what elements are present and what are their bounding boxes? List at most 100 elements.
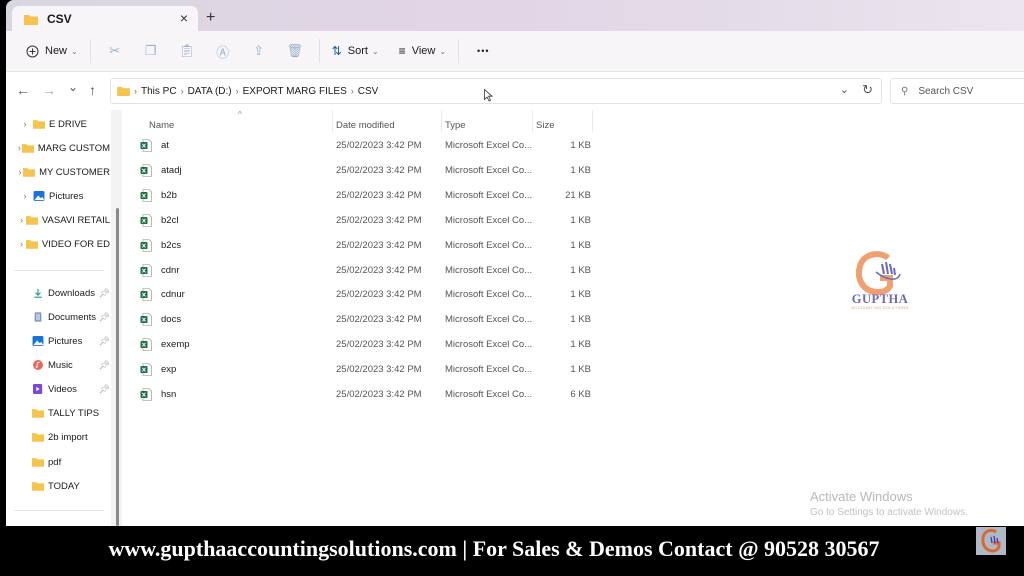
expand-chevron-icon[interactable]: › xyxy=(17,191,33,201)
sidebar-item-label: pdf xyxy=(48,456,62,468)
file-size: 6 KB xyxy=(570,389,591,400)
title-bar: CSV × + xyxy=(6,0,1024,32)
pin-icon[interactable]: 📌︎ xyxy=(99,360,110,371)
column-header-date[interactable]: Date modified xyxy=(336,115,395,135)
sidebar-item-e-drive[interactable]: › E DRIVE xyxy=(6,114,110,134)
file-row[interactable]: cdnur 25/02/2023 3:42 PM Microsoft Excel C… xyxy=(122,283,597,307)
refresh-icon[interactable]: ↻ xyxy=(862,82,873,98)
breadcrumb-data-drive[interactable]: DATA (D:) xyxy=(188,86,232,97)
sidebar-item-pictures-tree[interactable]: › Pictures xyxy=(6,186,110,206)
copy-icon[interactable]: ❐ xyxy=(133,37,169,65)
file-row[interactable]: cdnr 25/02/2023 3:42 PM Microsoft Excel Co… xyxy=(122,259,597,283)
forward-arrow-icon[interactable]: → xyxy=(42,82,56,98)
sidebar-item-video-for-ed[interactable]: › VIDEO FOR ED xyxy=(6,234,110,254)
view-label: View xyxy=(411,45,436,57)
sidebar-item-label: MY CUSTOMER xyxy=(39,166,110,178)
sidebar-scrollbar-thumb[interactable] xyxy=(116,208,119,526)
sidebar-item-documents[interactable]: Documents 📌︎ xyxy=(6,307,110,327)
file-row[interactable]: b2cl 25/02/2023 3:42 PM Microsoft Excel Co… xyxy=(122,209,597,233)
file-name: cdnr xyxy=(161,264,180,276)
column-divider[interactable] xyxy=(332,110,333,132)
pin-icon[interactable]: 📌︎ xyxy=(99,288,110,299)
folder-icon xyxy=(32,409,44,418)
sidebar-item-my-customer[interactable]: › MY CUSTOMER xyxy=(6,162,110,182)
delete-icon[interactable]: 🗑︎ xyxy=(277,37,313,65)
file-type: Microsoft Excel Co... xyxy=(445,314,533,326)
expand-chevron-icon[interactable]: › xyxy=(17,215,26,225)
column-divider[interactable] xyxy=(441,110,442,132)
breadcrumb-separator: › xyxy=(350,86,354,96)
new-tab-icon[interactable]: + xyxy=(206,10,215,26)
mouse-cursor-icon xyxy=(484,89,493,102)
banner-text: www.gupthaaccountingsolutions.com | For … xyxy=(108,536,880,561)
pin-icon[interactable]: 📌︎ xyxy=(99,336,110,347)
back-arrow-icon[interactable]: ← xyxy=(16,82,30,98)
expand-chevron-icon[interactable]: › xyxy=(17,239,26,249)
expand-chevron-icon[interactable]: › xyxy=(17,119,33,129)
file-name: b2cs xyxy=(161,239,182,251)
cut-icon[interactable]: ✂ xyxy=(97,37,133,65)
sidebar-item-pdf[interactable]: pdf xyxy=(6,452,110,472)
new-button[interactable]: New ⌄ xyxy=(20,37,84,65)
column-divider[interactable] xyxy=(532,110,533,132)
file-type: Microsoft Excel Co... xyxy=(445,339,533,351)
file-type: Microsoft Excel Co... xyxy=(445,164,533,176)
rename-icon[interactable]: Ⓐ xyxy=(205,37,241,65)
sort-button[interactable]: ⇅ Sort ⌄ xyxy=(326,37,385,65)
pictures-icon xyxy=(32,336,44,346)
file-row[interactable]: exp 25/02/2023 3:42 PM Microsoft Excel Co.… xyxy=(122,358,597,382)
breadcrumb-csv[interactable]: CSV xyxy=(358,86,379,97)
sidebar-item-label: 2b import xyxy=(48,431,88,443)
search-box[interactable]: ⚲ Search CSV xyxy=(890,78,1024,104)
column-header-type[interactable]: Type xyxy=(445,115,466,135)
sidebar-item-downloads[interactable]: Downloads 📌︎ xyxy=(6,283,110,303)
breadcrumb-separator: › xyxy=(235,86,239,96)
file-row[interactable]: atadj 25/02/2023 3:42 PM Microsoft Excel C… xyxy=(122,159,597,183)
up-arrow-icon[interactable]: ↑ xyxy=(89,82,96,98)
file-row[interactable]: docs 25/02/2023 3:42 PM Microsoft Excel Co… xyxy=(122,308,597,332)
pin-icon[interactable]: 📌︎ xyxy=(99,384,110,395)
column-header-size[interactable]: Size xyxy=(536,115,554,135)
excel-csv-file-icon xyxy=(140,263,152,277)
file-row[interactable]: exemp 25/02/2023 3:42 PM Microsoft Excel C… xyxy=(122,333,597,357)
sidebar-item-videos[interactable]: Videos 📌︎ xyxy=(6,379,110,399)
sidebar-item-tally-tips[interactable]: TALLY TIPS xyxy=(6,403,110,423)
column-header-name[interactable]: Name xyxy=(149,115,174,135)
file-name: cdnur xyxy=(161,289,185,301)
sort-icon: ⇅ xyxy=(331,44,342,58)
breadcrumb-this-pc[interactable]: This PC xyxy=(141,86,177,97)
file-row[interactable]: b2cs 25/02/2023 3:42 PM Microsoft Excel Co… xyxy=(122,234,597,258)
folder-icon xyxy=(21,144,34,153)
breadcrumb-export-marg-files[interactable]: EXPORT MARG FILES xyxy=(243,86,347,97)
file-size: 1 KB xyxy=(570,339,591,351)
folder-icon xyxy=(117,86,130,96)
recent-locations-icon[interactable]: ⌄ xyxy=(68,80,78,94)
file-date-modified: 25/02/2023 3:42 PM xyxy=(336,164,422,176)
file-type: Microsoft Excel Co... xyxy=(445,389,533,400)
sidebar-item-today[interactable]: TODAY xyxy=(6,476,110,496)
sidebar-item-marg-custom[interactable]: › MARG CUSTOM xyxy=(6,138,110,158)
sidebar-item-label: VIDEO FOR ED xyxy=(41,238,110,250)
file-row[interactable]: b2b 25/02/2023 3:42 PM Microsoft Excel Co.… xyxy=(122,184,597,208)
file-row[interactable]: at 25/02/2023 3:42 PM Microsoft Excel Co..… xyxy=(122,134,597,158)
paste-icon[interactable]: 📋︎ xyxy=(169,37,205,65)
sidebar-item-music[interactable]: Music 📌︎ xyxy=(6,355,110,375)
sidebar-item-label: MARG CUSTOM xyxy=(37,142,110,154)
file-name: exp xyxy=(161,364,177,376)
column-divider[interactable] xyxy=(592,110,593,132)
file-row[interactable]: hsn 25/02/2023 3:42 PM Microsoft Excel Co.… xyxy=(122,383,597,407)
tab-csv[interactable]: CSV × xyxy=(12,6,198,32)
sidebar-item-pictures[interactable]: Pictures 📌︎ xyxy=(6,331,110,351)
view-button[interactable]: ≡ View ⌄ xyxy=(393,37,452,65)
file-size: 1 KB xyxy=(570,239,591,251)
share-icon[interactable]: ⇪ xyxy=(241,37,277,65)
folder-icon xyxy=(32,433,44,442)
close-tab-icon[interactable]: × xyxy=(180,10,188,26)
sidebar-item-2b-import[interactable]: 2b import xyxy=(6,427,110,447)
more-options-button[interactable]: ••• xyxy=(471,37,495,65)
address-bar[interactable]: › This PC › DATA (D:) › EXPORT MARG FILE… xyxy=(110,78,882,104)
sidebar-item-vasavi-retail[interactable]: › VASAVI RETAIL xyxy=(6,210,110,230)
pin-icon[interactable]: 📌︎ xyxy=(99,312,110,323)
chevron-down-icon: ⌄ xyxy=(71,46,78,56)
address-dropdown-icon[interactable]: ⌄ xyxy=(840,83,849,96)
